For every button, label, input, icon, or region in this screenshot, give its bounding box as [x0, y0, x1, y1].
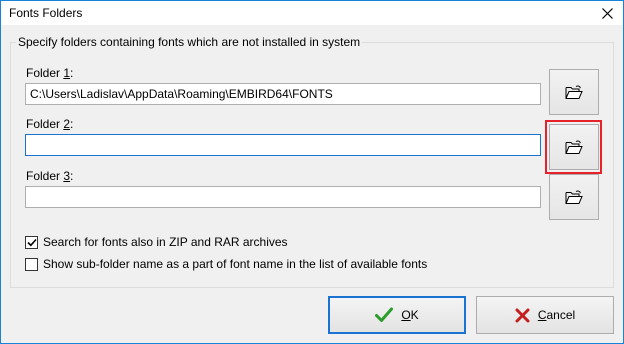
folder-3-label: Folder 3:	[26, 169, 73, 183]
ok-label-key: O	[401, 308, 411, 322]
show-subfolder-label: Show sub-folder name as a part of font n…	[43, 257, 428, 271]
show-subfolder-option[interactable]: Show sub-folder name as a part of font n…	[25, 257, 427, 271]
open-folder-icon	[565, 85, 583, 99]
close-button[interactable]	[591, 1, 623, 25]
title-bar: Fonts Folders	[1, 1, 623, 25]
ok-label: OK	[401, 308, 418, 322]
search-zip-option[interactable]: Search for fonts also in ZIP and RAR arc…	[25, 235, 288, 249]
folder-2-browse-button[interactable]	[549, 124, 599, 170]
close-icon	[601, 7, 613, 19]
folders-group	[10, 42, 614, 288]
folder-2-label: Folder 2:	[26, 117, 73, 131]
folder-3-label-text: Folder	[26, 169, 64, 183]
folder-1-input[interactable]: C:\Users\Ladislav\AppData\Roaming\EMBIRD…	[25, 83, 541, 105]
show-subfolder-checkbox[interactable]	[25, 257, 38, 271]
check-icon	[375, 307, 394, 323]
group-legend: Specify folders containing fonts which a…	[16, 35, 363, 49]
open-folder-icon	[565, 190, 583, 204]
folder-3-input[interactable]	[25, 186, 541, 208]
folder-1-label-suffix: :	[70, 66, 74, 80]
cancel-label-rest: ancel	[546, 308, 576, 322]
folder-3-label-suffix: :	[70, 169, 74, 183]
folder-2-label-text: Folder	[26, 117, 64, 131]
folder-1-label-text: Folder	[26, 66, 64, 80]
ok-button[interactable]: OK	[328, 296, 466, 334]
folder-1-label: Folder 1:	[26, 66, 73, 80]
search-zip-checkbox[interactable]	[25, 235, 38, 249]
search-zip-label: Search for fonts also in ZIP and RAR arc…	[43, 235, 288, 249]
folder-3-browse-button[interactable]	[549, 174, 599, 220]
checkmark-icon	[26, 238, 37, 246]
window-title: Fonts Folders	[9, 6, 83, 20]
folder-2-label-suffix: :	[70, 117, 74, 131]
x-icon	[515, 308, 530, 323]
folder-2-input[interactable]	[25, 134, 541, 156]
open-folder-icon	[565, 140, 583, 154]
ok-label-rest: K	[410, 308, 419, 322]
cancel-button[interactable]: Cancel	[476, 296, 614, 334]
folder-1-browse-button[interactable]	[549, 69, 599, 115]
cancel-label: Cancel	[538, 308, 575, 322]
